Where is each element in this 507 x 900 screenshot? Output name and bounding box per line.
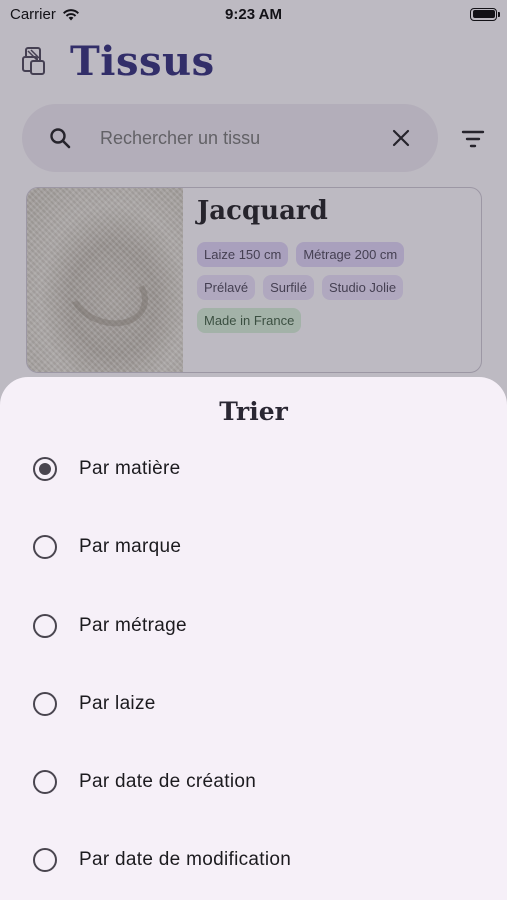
- sort-option-label: Par marque: [79, 536, 182, 557]
- sort-option-created[interactable]: Par date de création: [0, 752, 507, 812]
- radio-button[interactable]: [33, 848, 57, 872]
- sort-option-length[interactable]: Par métrage: [0, 596, 507, 656]
- radio-button[interactable]: [33, 614, 57, 638]
- radio-button[interactable]: [33, 535, 57, 559]
- sort-option-label: Par laize: [79, 693, 156, 714]
- sort-option-width[interactable]: Par laize: [0, 674, 507, 734]
- sort-bottom-sheet: Trier Par matière Par marque Par métrage…: [0, 377, 507, 900]
- sheet-title: Trier: [219, 397, 288, 426]
- sort-option-label: Par matière: [79, 458, 181, 479]
- sort-option-label: Par métrage: [79, 615, 187, 636]
- radio-button[interactable]: [33, 692, 57, 716]
- sort-option-brand[interactable]: Par marque: [0, 517, 507, 577]
- radio-button[interactable]: [33, 770, 57, 794]
- sort-option-label: Par date de modification: [79, 849, 292, 870]
- radio-button[interactable]: [33, 457, 57, 481]
- sort-option-label: Par date de création: [79, 771, 257, 792]
- sort-option-material[interactable]: Par matière: [0, 439, 507, 499]
- sort-option-modified[interactable]: Par date de modification: [0, 830, 507, 890]
